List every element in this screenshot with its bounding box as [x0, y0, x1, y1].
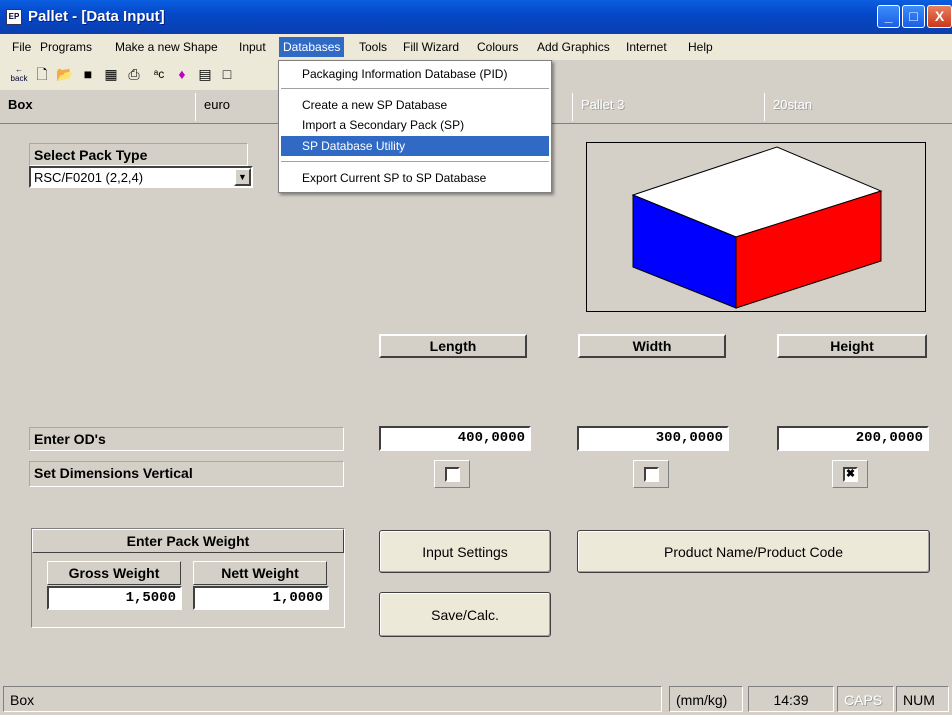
pack-type-value: RSC/F0201 (2,2,4) [34, 170, 144, 185]
chevron-down-icon[interactable]: ▼ [234, 168, 251, 186]
menu-bar: File Programs Make a new Shape Input Dat… [0, 34, 952, 60]
print-icon[interactable]: ⎙ [125, 65, 143, 83]
menu-help[interactable]: Help [688, 40, 713, 54]
caps-indicator: CAPS [837, 686, 894, 712]
tab-pallet-3[interactable]: Pallet 3 [572, 93, 762, 121]
menu-colours[interactable]: Colours [477, 40, 518, 54]
save-calc-button[interactable]: Save/Calc. [379, 592, 551, 637]
spell-icon[interactable]: ᵃc [150, 65, 168, 83]
height-input[interactable]: 200,0000 [777, 426, 929, 451]
nett-weight-label: Nett Weight [193, 561, 327, 585]
menu-fill-wizard[interactable]: Fill Wizard [403, 40, 459, 54]
width-vertical-cell [633, 460, 669, 488]
menu-separator [281, 88, 549, 89]
pack-weight-group: Enter Pack Weight Gross Weight Nett Weig… [31, 528, 345, 628]
width-header: Width [578, 334, 726, 358]
calculator-icon[interactable]: ▦ [102, 65, 120, 83]
menu-item-pid-database[interactable]: Packaging Information Database (PID) [281, 64, 549, 84]
title-bar: EP Pallet - [Data Input] _ □ X [0, 0, 952, 34]
toolbar: ← back 🗋 📂 ■ ▦ ⎙ ᵃc ♦ ▤ □ [0, 60, 300, 90]
menu-file[interactable]: File [12, 40, 31, 54]
height-vertical-checkbox[interactable]: ✖ [843, 467, 858, 482]
menu-item-export-sp[interactable]: Export Current SP to SP Database [281, 168, 549, 188]
close-button[interactable]: X [927, 5, 952, 28]
status-bar: Box (mm/kg) 14:39 CAPS NUM [0, 683, 952, 715]
back-icon[interactable]: ← back [10, 65, 28, 83]
new-file-icon[interactable]: 🗋 [33, 65, 51, 83]
box-3d-drawing [631, 146, 883, 309]
minimize-button[interactable]: _ [877, 5, 900, 28]
menu-make-new-shape[interactable]: Make a new Shape [115, 40, 218, 54]
input-settings-button[interactable]: Input Settings [379, 530, 551, 573]
clock: 14:39 [748, 686, 834, 712]
status-text: Box [3, 686, 662, 712]
menu-tools[interactable]: Tools [359, 40, 387, 54]
menu-programs[interactable]: Programs [40, 40, 92, 54]
shapes-icon[interactable]: ♦ [173, 65, 191, 83]
pack-type-label: Select Pack Type [29, 143, 248, 166]
enter-ods-label: Enter OD's [29, 427, 344, 451]
databases-dropdown-menu: Packaging Information Database (PID) Cre… [278, 60, 552, 193]
open-folder-icon[interactable]: 📂 [56, 65, 74, 83]
menu-input[interactable]: Input [239, 40, 266, 54]
menu-item-sp-database-utility[interactable]: SP Database Utility [281, 136, 549, 156]
notes-icon[interactable]: ▤ [196, 65, 214, 83]
menu-internet[interactable]: Internet [626, 40, 667, 54]
length-header: Length [379, 334, 527, 358]
length-vertical-cell [434, 460, 470, 488]
set-vertical-label: Set Dimensions Vertical [29, 461, 344, 487]
nett-weight-input[interactable]: 1,0000 [193, 586, 329, 610]
length-vertical-checkbox[interactable] [445, 467, 460, 482]
product-name-button[interactable]: Product Name/Product Code [577, 530, 930, 573]
height-vertical-cell: ✖ [832, 460, 868, 488]
menu-item-create-sp-database[interactable]: Create a new SP Database [281, 95, 549, 115]
menu-item-import-secondary-pack[interactable]: Import a Secondary Pack (SP) [281, 115, 549, 135]
box-preview [586, 142, 926, 312]
menu-separator [281, 161, 549, 162]
copy-icon[interactable]: □ [218, 65, 236, 83]
tab-20stan[interactable]: 20stan [764, 93, 952, 121]
window-title: Pallet - [Data Input] [28, 8, 165, 25]
width-input[interactable]: 300,0000 [577, 426, 729, 451]
tab-box[interactable]: Box [0, 93, 194, 121]
height-header: Height [777, 334, 927, 358]
gross-weight-label: Gross Weight [47, 561, 181, 585]
pack-weight-title: Enter Pack Weight [32, 529, 344, 553]
save-icon[interactable]: ■ [79, 65, 97, 83]
units-indicator: (mm/kg) [669, 686, 743, 712]
menu-databases[interactable]: Databases [279, 37, 345, 57]
gross-weight-input[interactable]: 1,5000 [47, 586, 182, 610]
menu-add-graphics[interactable]: Add Graphics [537, 40, 610, 54]
length-input[interactable]: 400,0000 [379, 426, 531, 451]
app-icon: EP [6, 9, 22, 25]
pack-type-select[interactable]: RSC/F0201 (2,2,4) ▼ [29, 166, 253, 188]
tab-euro[interactable]: euro [195, 93, 285, 121]
num-indicator: NUM [896, 686, 949, 712]
width-vertical-checkbox[interactable] [644, 467, 659, 482]
maximize-button[interactable]: □ [902, 5, 925, 28]
